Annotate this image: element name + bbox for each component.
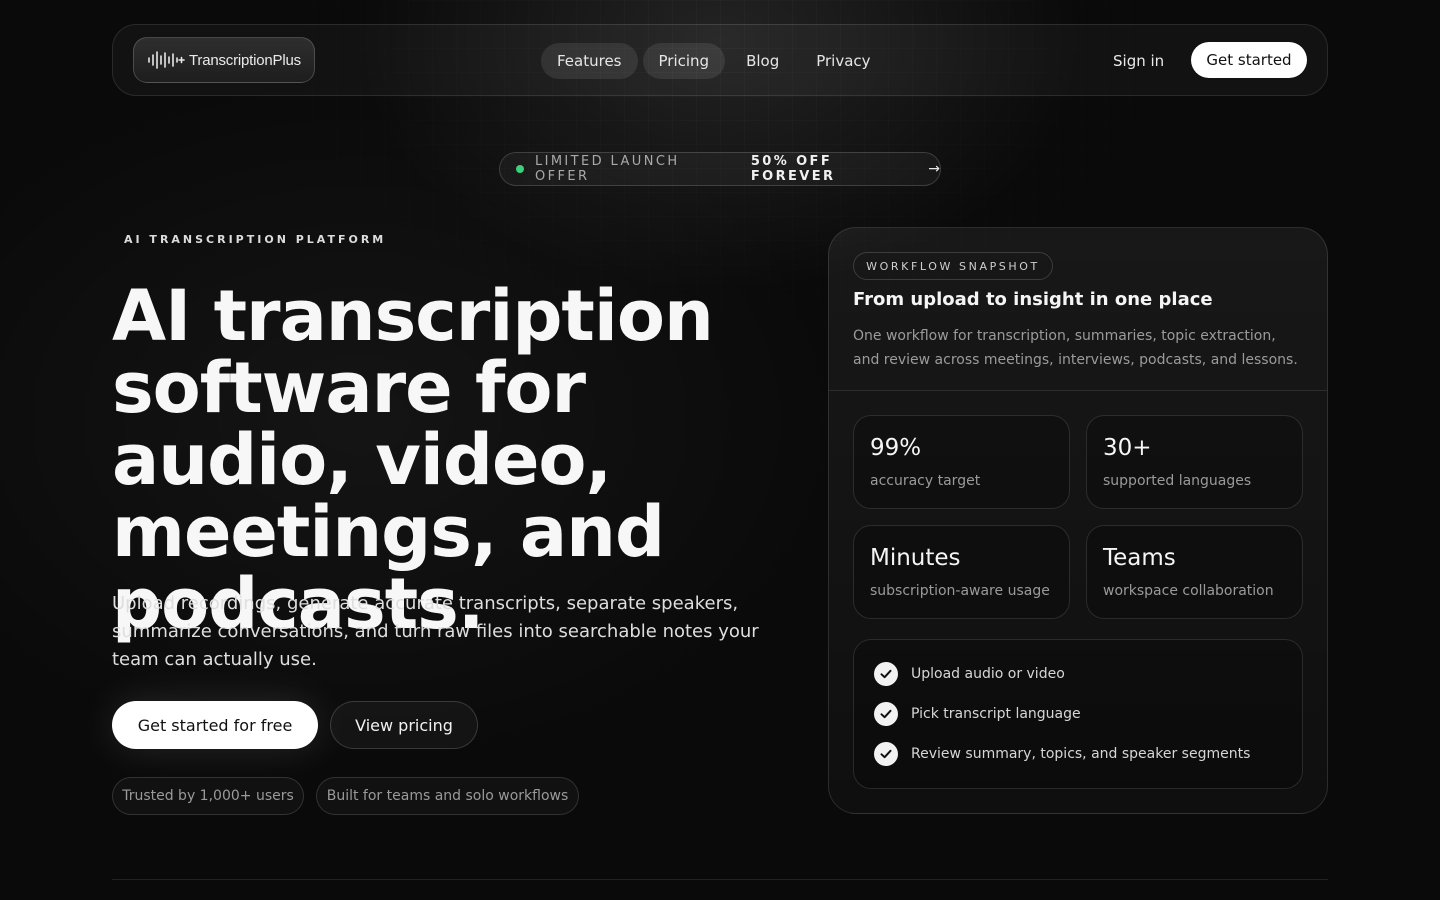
stat-teams: Teams workspace collaboration: [1086, 525, 1303, 619]
step-text: Pick transcript language: [911, 706, 1081, 722]
arrow-right-icon: →: [928, 161, 940, 177]
brand-logo[interactable]: TranscriptionPlus: [133, 37, 315, 83]
sign-in-link[interactable]: Sign in: [1113, 43, 1164, 79]
stat-languages: 30+ supported languages: [1086, 415, 1303, 509]
trust-badge-users: Trusted by 1,000+ users: [112, 777, 304, 815]
check-icon: [874, 702, 898, 726]
card-title: From upload to insight in one place: [853, 289, 1213, 310]
stat-label: subscription-aware usage: [870, 583, 1050, 599]
workflow-step: Pick transcript language: [874, 702, 1081, 726]
stat-label: supported languages: [1103, 473, 1252, 489]
hero-headline: AI transcription software for audio, vid…: [112, 275, 714, 645]
stat-label: accuracy target: [870, 473, 981, 489]
hero-subtext: Upload recordings, generate accurate tra…: [112, 593, 759, 670]
launch-offer-banner[interactable]: LIMITED LAUNCH OFFER 50% OFF FOREVER →: [499, 152, 941, 186]
get-started-free-button[interactable]: Get started for free: [112, 701, 318, 749]
stat-minutes: Minutes subscription-aware usage: [853, 525, 1070, 619]
get-started-button[interactable]: Get started: [1191, 42, 1307, 78]
workflow-steps: Upload audio or video Pick transcript la…: [853, 639, 1303, 789]
workflow-step: Upload audio or video: [874, 662, 1065, 686]
stat-value: Minutes: [870, 545, 961, 571]
step-text: Upload audio or video: [911, 666, 1065, 682]
section-divider: [112, 879, 1328, 880]
card-divider: [829, 390, 1327, 391]
waveform-icon: [148, 51, 185, 69]
stat-value: 99%: [870, 435, 922, 461]
stat-value: 30+: [1103, 435, 1152, 461]
check-icon: [874, 662, 898, 686]
offer-label: LIMITED LAUNCH OFFER: [534, 154, 680, 184]
stat-accuracy: 99% accuracy target: [853, 415, 1070, 509]
status-dot-icon: [516, 165, 524, 173]
offer-highlight: 50% OFF FOREVER: [750, 154, 836, 184]
nav-links: Features Pricing Blog Privacy: [541, 43, 887, 79]
workflow-snapshot-card: WORKFLOW SNAPSHOT From upload to insight…: [828, 227, 1328, 814]
stat-label: workspace collaboration: [1103, 583, 1274, 599]
step-text: Review summary, topics, and speaker segm…: [911, 746, 1251, 762]
trust-badge-workflows: Built for teams and solo workflows: [316, 777, 579, 815]
nav-link-pricing[interactable]: Pricing: [642, 43, 726, 79]
logo-text: TranscriptionPlus: [189, 51, 301, 69]
view-pricing-button[interactable]: View pricing: [330, 701, 478, 749]
workflow-step: Review summary, topics, and speaker segm…: [874, 742, 1250, 766]
card-description: One workflow for transcription, summarie…: [853, 328, 1298, 368]
workflow-snapshot-badge: WORKFLOW SNAPSHOT: [853, 252, 1053, 280]
top-navigation: TranscriptionPlus Features Pricing Blog …: [112, 24, 1328, 96]
nav-link-privacy[interactable]: Privacy: [800, 43, 886, 79]
check-icon: [874, 742, 898, 766]
nav-link-blog[interactable]: Blog: [730, 43, 795, 79]
stat-value: Teams: [1103, 545, 1176, 571]
hero-eyebrow: AI TRANSCRIPTION PLATFORM: [124, 233, 387, 246]
nav-link-features[interactable]: Features: [541, 43, 638, 79]
